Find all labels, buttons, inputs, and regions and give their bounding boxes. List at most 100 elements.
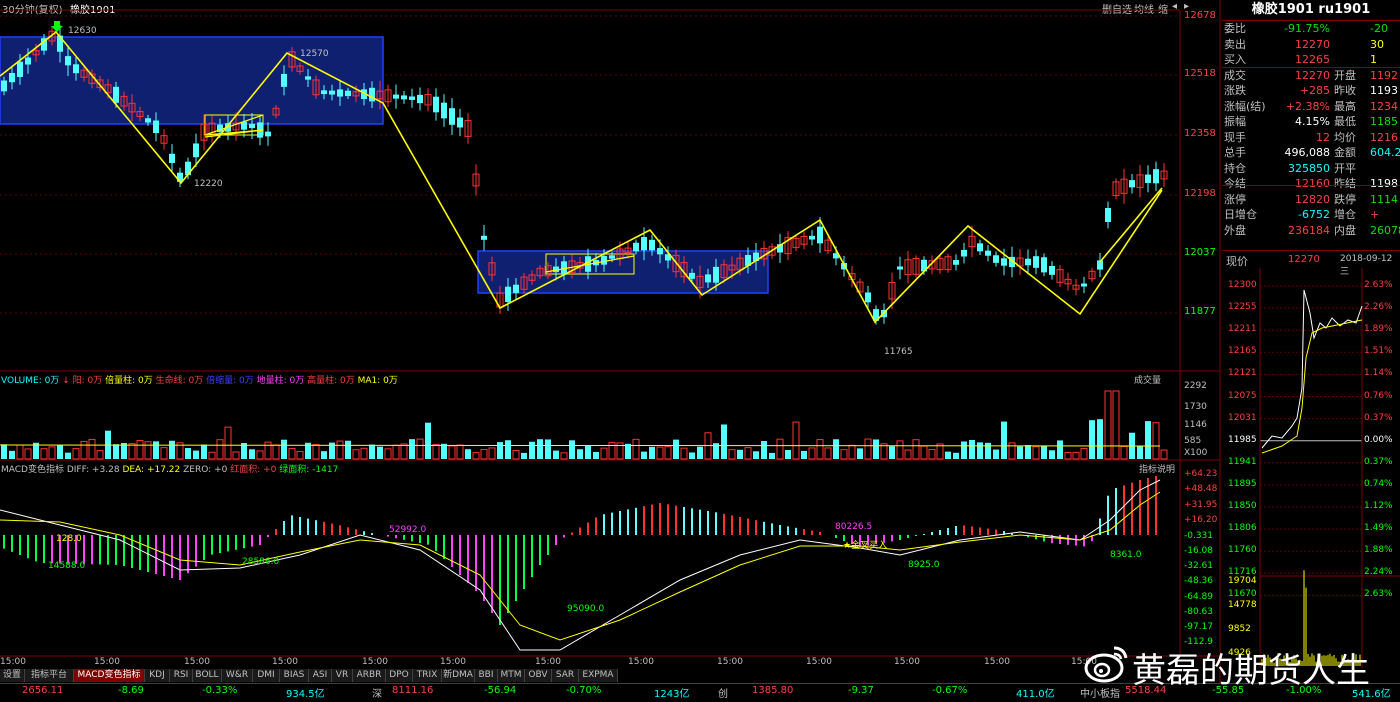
quote-row: 成交 12270 开盘 1192 [1222, 68, 1400, 83]
volume-bar-down [1001, 421, 1007, 459]
macd-axis-label: -48.36 [1184, 576, 1214, 586]
candle-body-down [601, 256, 607, 265]
indicator-tab-14[interactable]: 新DMA [442, 669, 475, 682]
volume-bar-up [336, 440, 344, 460]
intraday-avg-line [1261, 319, 1363, 454]
quote-label: 总手 [1224, 146, 1246, 159]
quote-value: +2.38% [1285, 99, 1330, 113]
intraday-vol-axis-label: 14778 [1228, 600, 1257, 610]
volume-bar-up [96, 450, 104, 460]
candle-body-down [513, 284, 519, 293]
intraday-right-axis-label: 2.63% [1364, 280, 1393, 290]
status-value: 创 [718, 689, 728, 700]
volume-bar-up [816, 439, 824, 460]
macd-item-1: DEA: +17.22 [122, 465, 181, 475]
intraday-left-axis-label: 11850 [1228, 501, 1257, 511]
indicator-help-button[interactable]: 指标说明 [1139, 462, 1175, 475]
volume-bar-down [993, 449, 999, 459]
indicator-tab-3[interactable]: KDJ [145, 669, 170, 682]
volume-bar-up [144, 441, 152, 460]
status-value: 411.0亿 [1016, 689, 1055, 700]
intraday-left-axis-label: 12031 [1228, 412, 1257, 423]
indicator-tab-10[interactable]: VR [332, 669, 353, 682]
volume-bar-up [488, 447, 496, 460]
now-price-label: 现价 [1226, 255, 1248, 268]
volume-bar-up [416, 438, 424, 460]
volume-bar-down [737, 449, 743, 459]
candle-body-down [169, 153, 175, 163]
indicator-tab-11[interactable]: ARBR [353, 669, 386, 682]
volume-bar-up [864, 438, 872, 460]
macd-axis-label: -0.331 [1184, 531, 1214, 541]
indicator-tab-0[interactable]: 设置 [0, 669, 25, 682]
macd-ann-7: 8361.0 [1110, 550, 1142, 560]
indicator-tab-8[interactable]: BIAS [280, 669, 309, 682]
indicator-tab-19[interactable]: EXPMA [579, 669, 618, 682]
indicator-tab-12[interactable]: DPO [386, 669, 413, 682]
indicator-tab-15[interactable]: BBI [475, 669, 498, 682]
volume-bar-up [912, 439, 920, 460]
intraday-left-axis-label: 12121 [1228, 368, 1257, 379]
candle-body-down [17, 61, 23, 77]
quote-value: -6752 [1298, 208, 1330, 221]
volume-bar-down [1, 444, 7, 459]
volume-bar-up [224, 426, 232, 460]
volume-bar-up [48, 446, 56, 460]
quote-label: 委比 [1224, 22, 1246, 35]
volume-bar-down [1049, 450, 1055, 459]
volume-bar-down [537, 439, 543, 459]
time-axis-label: 15:00 [0, 657, 26, 667]
macd-axis-label: -64.89 [1184, 592, 1214, 602]
indicator-tab-18[interactable]: SAR [552, 669, 579, 682]
intraday-left-axis-label: 12211 [1228, 324, 1257, 335]
indicator-tab-7[interactable]: DMI [253, 669, 280, 682]
indicator-tab-13[interactable]: TRIX [413, 669, 442, 682]
indicator-tab-9[interactable]: ASI [309, 669, 332, 682]
volume-bar-up [16, 444, 24, 460]
volume-bar-down [801, 450, 807, 459]
time-axis-label: 15:00 [535, 657, 561, 667]
volume-bar-up [160, 447, 168, 460]
intraday-right-axis-label: 1.89% [1364, 324, 1393, 335]
candle-body-down [1145, 174, 1151, 183]
volume-bar-up [136, 440, 144, 460]
quote-value-2: 1114 [1370, 192, 1398, 206]
intraday-left-axis-label: 11895 [1228, 478, 1257, 489]
candle-body-down [1081, 283, 1087, 287]
quote-value-2: 26078 [1370, 223, 1400, 237]
indicator-tab-17[interactable]: OBV [525, 669, 552, 682]
status-value: -0.70% [566, 685, 602, 696]
now-price-value: 12270 [1288, 254, 1320, 265]
intraday-left-axis-label: 11806 [1228, 523, 1257, 534]
status-value: 934.5亿 [286, 689, 325, 700]
vol-item-0: VOLUME: 0万 [1, 376, 60, 386]
candle-body-down [1025, 258, 1031, 266]
volume-bar-up [680, 447, 688, 460]
volume-label-button[interactable]: 成交量 [1134, 373, 1161, 386]
volume-bar-down [689, 452, 695, 459]
vol-item-2: 倍量柱: 0万 [105, 376, 153, 386]
candle-body-down [649, 239, 655, 251]
time-axis-label: 15:00 [272, 657, 298, 667]
indicator-tab-4[interactable]: RSI [170, 669, 193, 682]
quote-label: 持仓 [1224, 161, 1246, 175]
volume-bar-up [632, 438, 640, 460]
quote-value: 12270 [1295, 68, 1330, 82]
quote-row: 今结 12160 昨结 1198 [1222, 176, 1400, 191]
indicator-tab-5[interactable]: BOLL [193, 669, 222, 682]
status-value: 1385.80 [752, 685, 794, 696]
volume-bar-up [600, 447, 608, 460]
indicator-tab-2[interactable]: MACD变色指标 [74, 669, 145, 682]
price-axis-0: 12678 [1184, 10, 1216, 21]
indicator-tab-1[interactable]: 指标平台 [25, 669, 74, 682]
intraday-right-axis-label: 1.49% [1364, 523, 1393, 534]
quote-value: 496,088 [1284, 146, 1331, 159]
intraday-left-axis-label: 11670 [1228, 589, 1257, 600]
volume-bar-down [545, 439, 551, 459]
candle-body-down [185, 161, 191, 176]
volume-bar-down [1057, 440, 1063, 459]
indicator-tab-6[interactable]: W&R [222, 669, 253, 682]
volume-bar-up [1080, 447, 1088, 460]
indicator-tab-16[interactable]: MTM [498, 669, 525, 682]
quote-row: 涨停 12820 跌停 1114 [1222, 192, 1400, 207]
